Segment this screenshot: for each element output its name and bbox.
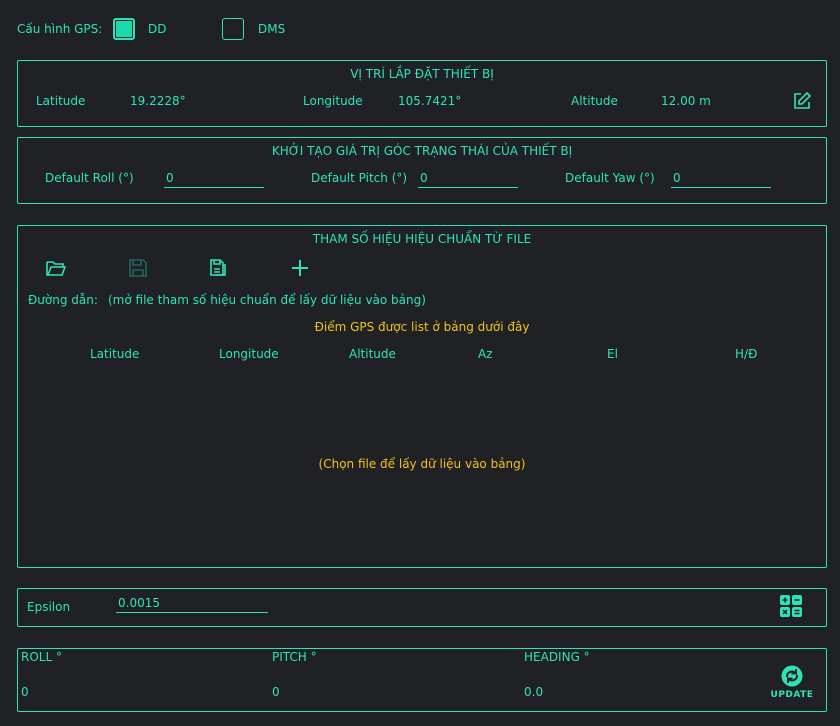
default-pitch-label: Default Pitch (°) [311,171,408,185]
update-label: UPDATE [770,690,814,700]
dms-checkbox[interactable] [222,18,244,40]
plus-icon[interactable] [290,258,310,278]
heading-value: 0.0 [524,685,544,699]
col-header-latitude: Latitude [90,347,140,361]
altitude-value: 12.00 m [661,94,711,108]
latitude-label: Latitude [36,94,86,108]
refresh-icon [781,665,803,687]
dd-label: DD [148,22,167,36]
empty-table-message: (Chọn file để lấy dữ liệu vào bảng) [318,457,526,471]
default-yaw-label: Default Yaw (°) [565,171,655,185]
dd-checkbox[interactable] [113,18,135,40]
dms-label: DMS [258,22,286,36]
calibration-title: THAM SỐ HIỆU HIỆU CHUẨN TỪ FILE [312,232,532,246]
pitch-value: 0 [272,685,280,699]
epsilon-label: Epsilon [27,600,71,614]
status-panel: ROLL ° 0 PITCH ° 0 HEADING ° 0.0 UPDATE [17,648,827,712]
heading-label: HEADING ° [524,650,590,664]
altitude-label: Altitude [571,94,618,108]
install-position-panel: VỊ TRÍ LẮP ĐẶT THIẾT BỊ Latitude 19.2228… [17,60,827,127]
roll-value: 0 [21,685,29,699]
default-pitch-input[interactable]: 0 [418,171,518,188]
longitude-label: Longitude [303,94,363,108]
pitch-label: PITCH ° [272,650,317,664]
epsilon-input[interactable]: 0.0015 [116,596,268,613]
calculator-icon[interactable] [780,595,802,617]
longitude-value: 105.7421° [398,94,462,108]
col-header-altitude: Altitude [349,347,396,361]
col-header-el: El [607,347,618,361]
init-angles-panel: KHỞI TẠO GIÁ TRỊ GÓC TRẠNG THÁI CỦA THIẾ… [17,137,827,204]
path-value: (mở file tham số hiệu chuẩn để lấy dữ li… [108,293,426,307]
gps-config-label: Cấu hình GPS: [17,22,103,36]
col-header-hd: H/Đ [735,347,758,361]
default-roll-label: Default Roll (°) [45,171,134,185]
col-header-longitude: Longitude [219,347,279,361]
default-yaw-input[interactable]: 0 [671,171,771,188]
default-roll-input[interactable]: 0 [164,171,264,188]
save-icon[interactable] [128,258,148,278]
path-label: Đường dẫn: [28,293,98,307]
copy-file-icon[interactable] [208,257,228,277]
epsilon-panel: Epsilon 0.0015 [17,588,827,627]
gps-list-caption: Điểm GPS được list ở bảng dưới đây [314,320,530,334]
col-header-az: Az [478,347,493,361]
open-folder-icon[interactable] [45,258,67,278]
latitude-value: 19.2228° [130,94,186,108]
init-angles-title: KHỞI TẠO GIÁ TRỊ GÓC TRẠNG THÁI CỦA THIẾ… [271,144,573,158]
roll-label: ROLL ° [21,650,62,664]
update-button[interactable]: UPDATE [770,665,814,705]
install-position-title: VỊ TRÍ LẮP ĐẶT THIẾT BỊ [350,67,494,81]
edit-icon[interactable] [792,91,812,111]
calibration-panel: THAM SỐ HIỆU HIỆU CHUẨN TỪ FILE Đường dẫ… [17,225,827,568]
